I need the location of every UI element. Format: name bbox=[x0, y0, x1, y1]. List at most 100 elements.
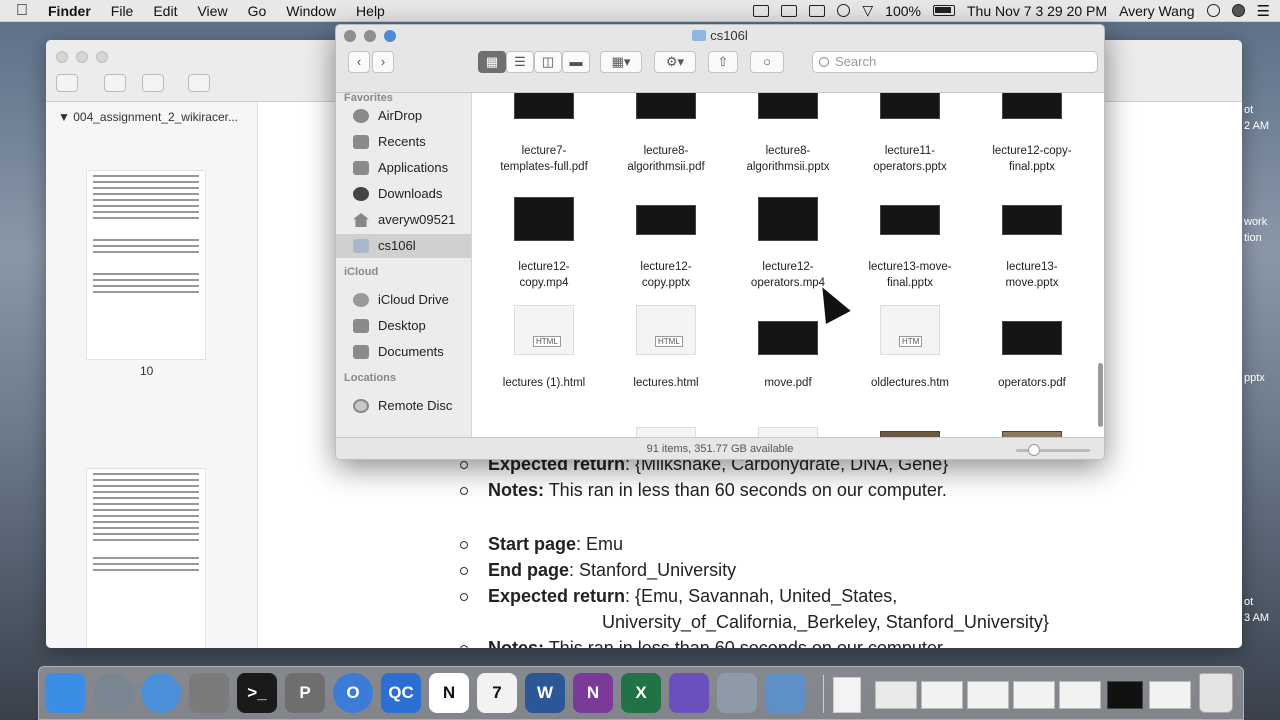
user-name[interactable]: Avery Wang bbox=[1119, 3, 1194, 19]
dock-notion-icon[interactable]: N bbox=[429, 673, 469, 713]
dock-calendar-icon[interactable]: 7 bbox=[477, 673, 517, 713]
tags-button[interactable]: ○ bbox=[750, 51, 784, 73]
sidebar-item-applications[interactable]: Applications bbox=[336, 156, 471, 180]
doc-bold-label: Notes: bbox=[488, 638, 545, 648]
doc-bullet-line: Start page: Emu bbox=[460, 534, 623, 555]
dock-minimized-window[interactable] bbox=[967, 681, 1009, 709]
sidebar-item-recents[interactable]: Recents bbox=[336, 130, 471, 154]
doc-text: University_of_California,_Berkeley, Stan… bbox=[602, 612, 1049, 632]
sidebar-toggle-icon[interactable] bbox=[56, 74, 78, 92]
siri-icon[interactable] bbox=[1231, 4, 1245, 17]
wifi-icon[interactable]: ▽ bbox=[862, 2, 873, 19]
dock-minimized-window[interactable] bbox=[1149, 681, 1191, 709]
sidebar-item-home[interactable]: averyw09521 bbox=[336, 208, 471, 232]
sidebar-item-downloads[interactable]: Downloads bbox=[336, 182, 471, 206]
sidebar-item-label: iCloud Drive bbox=[378, 292, 449, 307]
clock-icon[interactable] bbox=[837, 4, 851, 17]
back-button[interactable]: ‹ bbox=[348, 51, 370, 73]
gallery-view-button[interactable]: ▬ bbox=[562, 51, 590, 73]
file-thumbnail bbox=[758, 427, 818, 437]
airplay-icon[interactable] bbox=[809, 4, 826, 17]
file-type-badge: HTM bbox=[899, 336, 923, 347]
dock-qc-icon[interactable]: QC bbox=[381, 673, 421, 713]
thumbnail-sidebar: ▼ 004_assignment_2_wikiracer... 10 11 bbox=[46, 102, 258, 648]
dock-launchpad-icon[interactable] bbox=[93, 673, 133, 713]
menu-view[interactable]: View bbox=[187, 3, 237, 19]
document-title[interactable]: ▼ 004_assignment_2_wikiracer... bbox=[58, 110, 238, 124]
file-thumbnail: HTML bbox=[636, 305, 696, 355]
menu-edit[interactable]: Edit bbox=[143, 3, 187, 19]
sidebar-item-remote-disc[interactable]: Remote Disc bbox=[336, 394, 471, 418]
dock-preview-app-icon[interactable] bbox=[765, 673, 805, 713]
grid-icon[interactable] bbox=[781, 4, 798, 17]
notification-center-icon[interactable]: ☰ bbox=[1257, 2, 1270, 20]
zoom-out-icon[interactable] bbox=[104, 74, 126, 92]
dock-minimized-window[interactable] bbox=[875, 681, 917, 709]
spotlight-search-icon[interactable] bbox=[1206, 4, 1220, 17]
sidebar-item-documents[interactable]: Documents bbox=[336, 340, 471, 364]
dock-safari-icon[interactable] bbox=[141, 673, 181, 713]
dock-terminal-icon[interactable]: >_ bbox=[237, 673, 277, 713]
vertical-scrollbar[interactable] bbox=[1098, 363, 1103, 427]
forward-button[interactable]: › bbox=[372, 51, 394, 73]
zoom-button[interactable] bbox=[96, 51, 108, 63]
sidebar-item-label: Documents bbox=[378, 344, 444, 359]
file-name-line1: lectures.html bbox=[633, 377, 699, 389]
dock-minimized-window[interactable] bbox=[1013, 681, 1055, 709]
dock-system-preferences-icon[interactable] bbox=[189, 673, 229, 713]
sidebar-item-icloud-drive[interactable]: iCloud Drive bbox=[336, 288, 471, 312]
dock-app-p-icon[interactable]: P bbox=[285, 673, 325, 713]
finder-titlebar[interactable]: cs106l bbox=[336, 25, 1104, 47]
desktop-label-fragment: ot bbox=[1244, 104, 1254, 116]
display-icon[interactable] bbox=[753, 4, 770, 17]
page-thumbnail[interactable] bbox=[86, 170, 206, 360]
status-area: ▽ 100% Thu Nov 7 3 29 20 PM Avery Wang ☰ bbox=[753, 2, 1280, 20]
menu-help[interactable]: Help bbox=[346, 3, 395, 19]
dock-finder-icon[interactable] bbox=[45, 673, 85, 713]
menu-app-finder[interactable]: Finder bbox=[44, 3, 101, 19]
doc-bullet-line: Notes: This ran in less than 60 seconds … bbox=[460, 480, 947, 501]
doc-bullet-line: Expected return: {Emu, Savannah, United_… bbox=[460, 586, 897, 607]
doc-bold-label: Notes: bbox=[488, 480, 545, 500]
share-button[interactable]: ⇧ bbox=[708, 51, 738, 73]
file-name-line1: lecture13- bbox=[1006, 261, 1058, 273]
group-by-button[interactable]: ▦▾ bbox=[600, 51, 642, 73]
minimize-button[interactable] bbox=[76, 51, 88, 63]
close-button[interactable] bbox=[56, 51, 68, 63]
dock-minimized-window[interactable] bbox=[921, 681, 963, 709]
slider-knob[interactable] bbox=[1028, 444, 1040, 456]
battery-percent[interactable]: 100% bbox=[885, 3, 921, 19]
file-thumbnail bbox=[880, 93, 940, 119]
menu-go[interactable]: Go bbox=[238, 3, 277, 19]
menu-window[interactable]: Window bbox=[276, 3, 346, 19]
icon-view-button[interactable]: ▦ bbox=[478, 51, 506, 73]
file-name-line1: lecture12- bbox=[762, 261, 814, 273]
dock-minimized-window[interactable] bbox=[1107, 681, 1143, 709]
trash-icon[interactable] bbox=[1199, 673, 1233, 713]
column-view-button[interactable]: ◫ bbox=[534, 51, 562, 73]
zoom-in-icon[interactable] bbox=[142, 74, 164, 92]
sidebar-item-desktop[interactable]: Desktop bbox=[336, 314, 471, 338]
apple-icon[interactable]:  bbox=[0, 2, 44, 20]
dock-onenote-icon[interactable]: N bbox=[573, 673, 613, 713]
share-icon[interactable] bbox=[188, 74, 210, 92]
dock-imovie-icon[interactable] bbox=[669, 673, 709, 713]
dock-app-circle-icon[interactable]: O bbox=[333, 673, 373, 713]
clock[interactable]: Thu Nov 7 3 29 20 PM bbox=[967, 3, 1107, 19]
menu-file[interactable]: File bbox=[101, 3, 144, 19]
action-gear-button[interactable]: ⚙▾ bbox=[654, 51, 696, 73]
doc-bold-label: Expected return bbox=[488, 586, 626, 606]
dock-word-icon[interactable]: W bbox=[525, 673, 565, 713]
dock-minimized-window[interactable] bbox=[833, 677, 861, 713]
sidebar-item-cs106l[interactable]: cs106l bbox=[336, 234, 471, 258]
list-view-button[interactable]: ☰ bbox=[506, 51, 534, 73]
dock-minimized-window[interactable] bbox=[1059, 681, 1101, 709]
dock-excel-icon[interactable]: X bbox=[621, 673, 661, 713]
page-thumbnail[interactable] bbox=[86, 468, 206, 648]
icon-size-slider[interactable] bbox=[1016, 444, 1090, 456]
battery-icon[interactable] bbox=[932, 5, 955, 16]
search-field[interactable]: Search bbox=[812, 51, 1098, 73]
dock-image-capture-icon[interactable] bbox=[717, 673, 757, 713]
desktop-label-fragment: 3 AM bbox=[1244, 612, 1270, 624]
sidebar-item-airdrop[interactable]: AirDrop bbox=[336, 104, 471, 128]
